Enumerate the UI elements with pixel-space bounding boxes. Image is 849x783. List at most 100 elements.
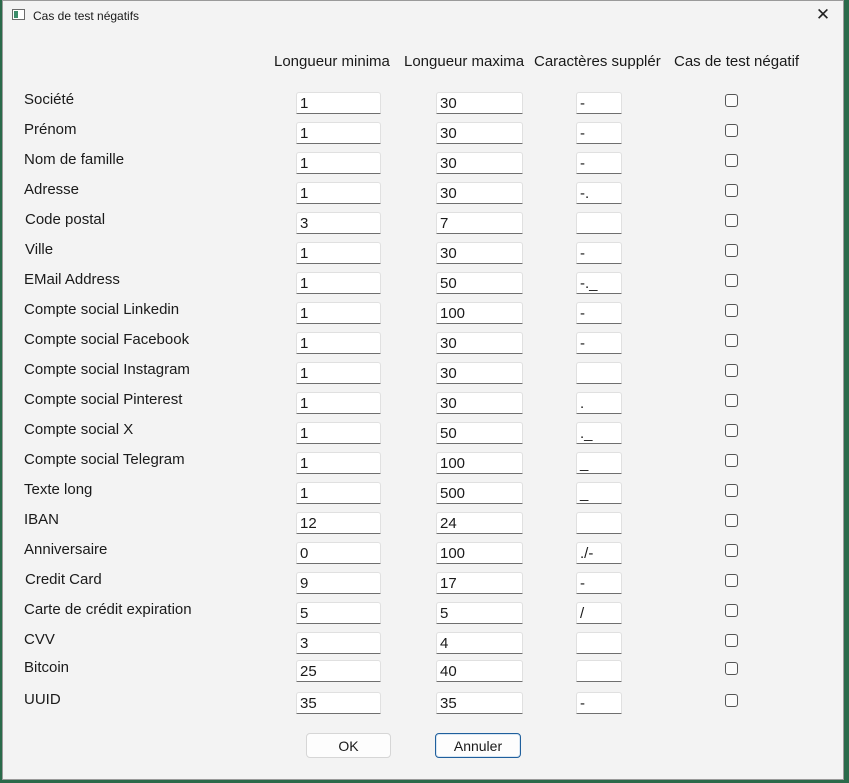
max-length-input[interactable]: 30 <box>436 332 523 354</box>
field-row: Société 1 30 - <box>3 91 845 121</box>
negative-test-checkbox[interactable] <box>725 214 738 227</box>
extra-chars-input[interactable]: - <box>576 92 622 114</box>
min-length-input[interactable]: 1 <box>296 452 381 474</box>
max-length-input[interactable]: 7 <box>436 212 523 234</box>
header-max-length: Longueur maxima <box>404 53 525 70</box>
min-length-input[interactable]: 0 <box>296 542 381 564</box>
field-row-label: Compte social Facebook <box>24 331 190 348</box>
extra-chars-input[interactable]: _ <box>576 482 622 504</box>
negative-test-checkbox[interactable] <box>725 274 738 287</box>
extra-chars-input[interactable] <box>576 632 622 654</box>
negative-test-checkbox[interactable] <box>725 634 738 647</box>
min-length-input[interactable]: 1 <box>296 152 381 174</box>
min-length-input[interactable]: 3 <box>296 632 381 654</box>
field-row: EMail Address 1 50 -._ <box>3 271 845 301</box>
extra-chars-input[interactable]: - <box>576 152 622 174</box>
min-length-input[interactable]: 12 <box>296 512 381 534</box>
max-length-input[interactable]: 30 <box>436 392 523 414</box>
negative-test-checkbox[interactable] <box>725 304 738 317</box>
max-length-input[interactable]: 4 <box>436 632 523 654</box>
negative-test-checkbox[interactable] <box>725 424 738 437</box>
extra-chars-input[interactable]: - <box>576 332 622 354</box>
max-length-input[interactable]: 100 <box>436 542 523 564</box>
min-length-input[interactable]: 1 <box>296 272 381 294</box>
min-length-input[interactable]: 1 <box>296 302 381 324</box>
negative-test-checkbox[interactable] <box>725 334 738 347</box>
min-length-input[interactable]: 1 <box>296 332 381 354</box>
extra-chars-input[interactable]: ./- <box>576 542 622 564</box>
cancel-button[interactable]: Annuler <box>435 733 521 758</box>
max-length-input[interactable]: 30 <box>436 122 523 144</box>
negative-test-checkbox[interactable] <box>725 694 738 707</box>
negative-test-checkbox[interactable] <box>725 184 738 197</box>
close-icon[interactable]: ✕ <box>811 4 835 26</box>
negative-test-checkbox[interactable] <box>725 574 738 587</box>
extra-chars-input[interactable] <box>576 660 622 682</box>
max-length-input[interactable]: 35 <box>436 692 523 714</box>
extra-chars-input[interactable]: _ <box>576 452 622 474</box>
negative-test-checkbox[interactable] <box>725 544 738 557</box>
extra-chars-input[interactable]: ._ <box>576 422 622 444</box>
min-length-input[interactable]: 1 <box>296 362 381 384</box>
min-length-input[interactable]: 3 <box>296 212 381 234</box>
extra-chars-input[interactable]: - <box>576 692 622 714</box>
min-length-input[interactable]: 1 <box>296 182 381 204</box>
field-row-label: Compte social X <box>24 421 134 438</box>
negative-test-checkbox[interactable] <box>725 484 738 497</box>
min-length-input[interactable]: 1 <box>296 422 381 444</box>
max-length-input[interactable]: 30 <box>436 242 523 264</box>
negative-test-checkbox[interactable] <box>725 154 738 167</box>
max-length-input[interactable]: 30 <box>436 362 523 384</box>
extra-chars-input[interactable]: - <box>576 302 622 324</box>
field-row: Compte social Instagram 1 30 <box>3 361 845 391</box>
negative-test-checkbox[interactable] <box>725 454 738 467</box>
field-row-label: Compte social Linkedin <box>24 301 180 318</box>
max-length-input[interactable]: 30 <box>436 92 523 114</box>
extra-chars-input[interactable]: . <box>576 392 622 414</box>
negative-test-checkbox[interactable] <box>725 94 738 107</box>
extra-chars-input[interactable]: - <box>576 572 622 594</box>
min-length-input[interactable]: 9 <box>296 572 381 594</box>
extra-chars-input[interactable] <box>576 512 622 534</box>
title-bar[interactable]: Cas de test négatifs ✕ <box>3 1 843 31</box>
field-row-label: Prénom <box>24 121 77 138</box>
max-length-input[interactable]: 30 <box>436 152 523 174</box>
min-length-input[interactable]: 1 <box>296 392 381 414</box>
negative-test-checkbox[interactable] <box>725 364 738 377</box>
extra-chars-input[interactable]: / <box>576 602 622 624</box>
extra-chars-input[interactable] <box>576 212 622 234</box>
max-length-input[interactable]: 5 <box>436 602 523 624</box>
extra-chars-input[interactable]: -._ <box>576 272 622 294</box>
negative-test-checkbox[interactable] <box>725 244 738 257</box>
extra-chars-input[interactable]: - <box>576 122 622 144</box>
max-length-input[interactable]: 30 <box>436 182 523 204</box>
negative-test-checkbox[interactable] <box>725 394 738 407</box>
max-length-input[interactable]: 17 <box>436 572 523 594</box>
min-length-input[interactable]: 25 <box>296 660 381 682</box>
min-length-input[interactable]: 1 <box>296 122 381 144</box>
max-length-input[interactable]: 100 <box>436 452 523 474</box>
extra-chars-input[interactable]: -. <box>576 182 622 204</box>
max-length-input[interactable]: 24 <box>436 512 523 534</box>
field-row: Ville 1 30 - <box>3 241 845 271</box>
negative-test-checkbox[interactable] <box>725 662 738 675</box>
min-length-input[interactable]: 1 <box>296 482 381 504</box>
ok-button[interactable]: OK <box>306 733 391 758</box>
negative-test-checkbox[interactable] <box>725 604 738 617</box>
max-length-input[interactable]: 40 <box>436 660 523 682</box>
max-length-input[interactable]: 100 <box>436 302 523 324</box>
field-row-label: Carte de crédit expiration <box>24 601 192 618</box>
max-length-input[interactable]: 50 <box>436 272 523 294</box>
extra-chars-input[interactable] <box>576 362 622 384</box>
field-row: Compte social X 1 50 ._ <box>3 421 845 451</box>
negative-test-checkbox[interactable] <box>725 514 738 527</box>
max-length-input[interactable]: 500 <box>436 482 523 504</box>
negative-test-checkbox[interactable] <box>725 124 738 137</box>
extra-chars-input[interactable]: - <box>576 242 622 264</box>
min-length-input[interactable]: 1 <box>296 92 381 114</box>
min-length-input[interactable]: 35 <box>296 692 381 714</box>
min-length-input[interactable]: 1 <box>296 242 381 264</box>
min-length-input[interactable]: 5 <box>296 602 381 624</box>
max-length-input[interactable]: 50 <box>436 422 523 444</box>
field-row-label: Texte long <box>24 481 93 498</box>
